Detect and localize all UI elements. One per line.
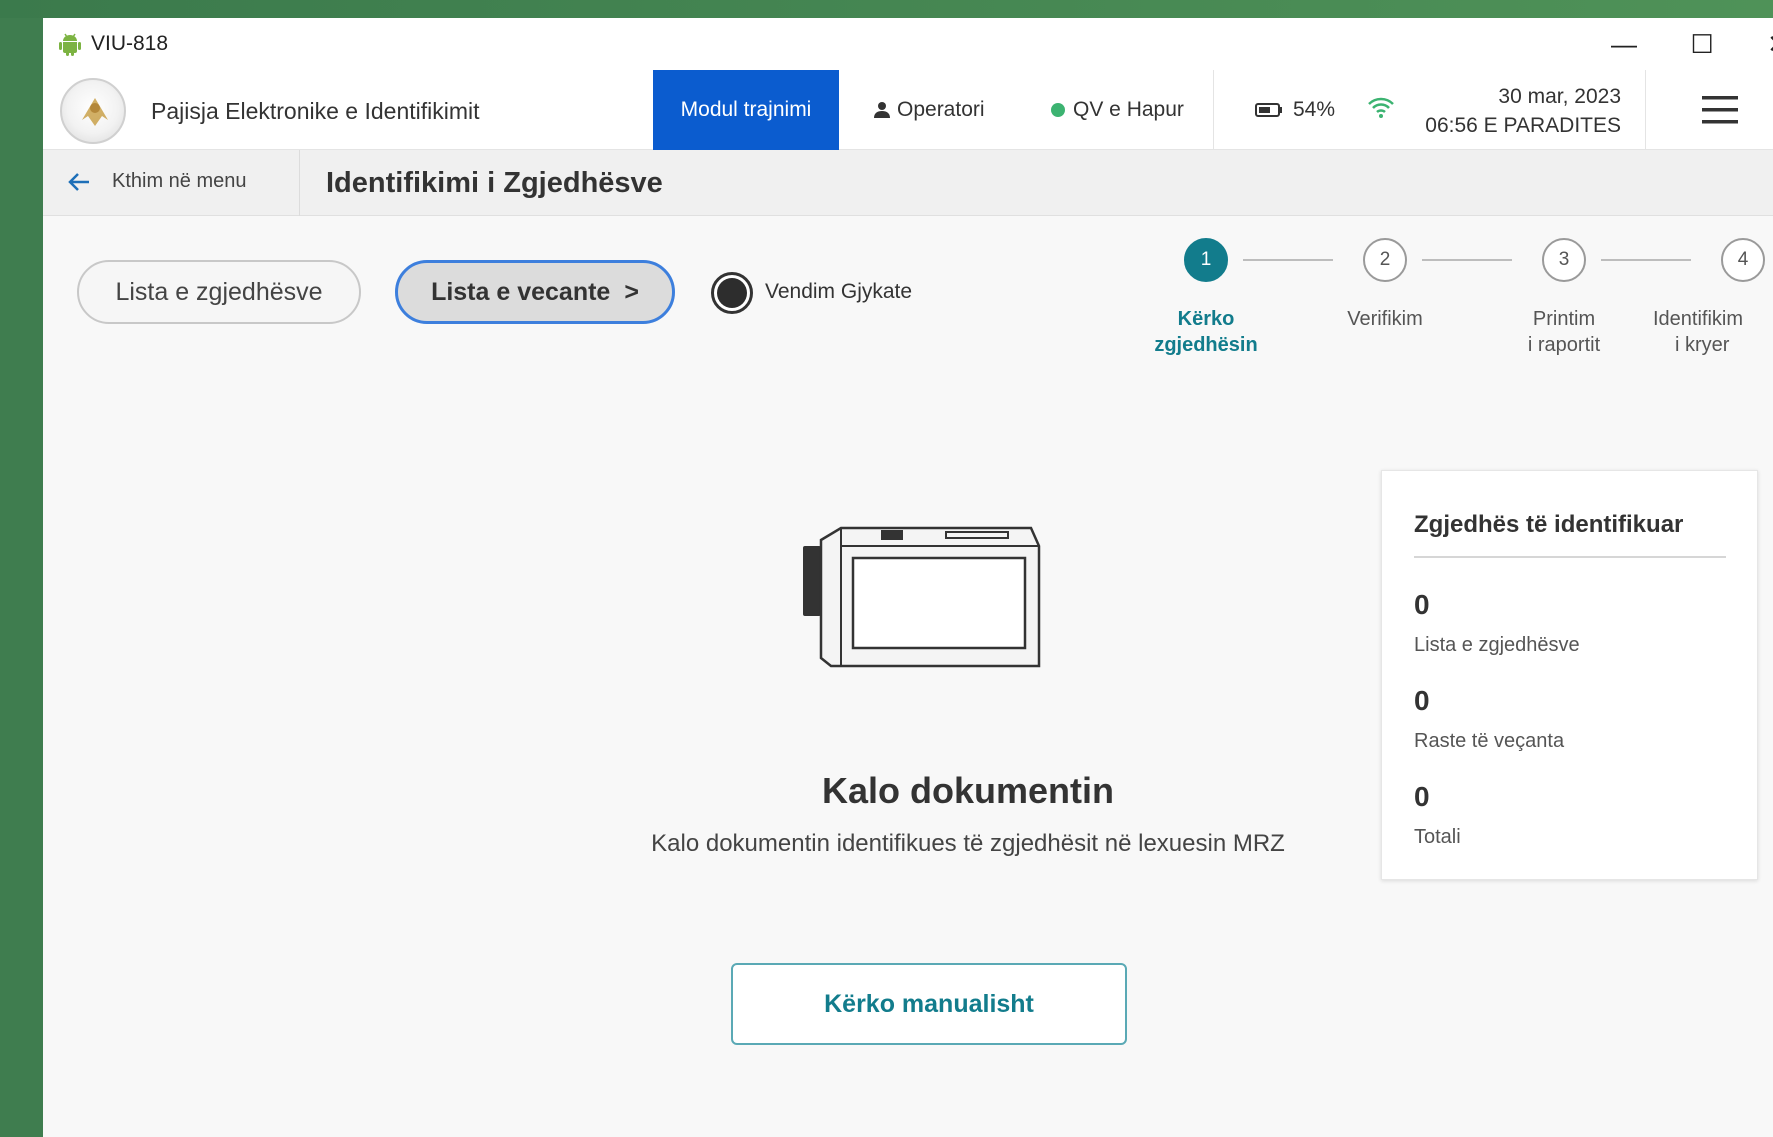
battery-icon — [1255, 103, 1282, 117]
app-header: Pajisja Elektronike e Identifikimit Modu… — [43, 70, 1773, 150]
window-titlebar: VIU-818 — ☐ ✕ — [43, 18, 1773, 70]
step-4-label-line1: Identifikim — [1653, 308, 1744, 330]
battery-level: 54% — [1293, 98, 1336, 121]
app-name: Pajisja Elektronike e Identifikimit — [151, 98, 480, 124]
instruction-subtitle: Kalo dokumentin identifikues të zgjedhës… — [651, 830, 1285, 857]
court-decision-label: Vendim Gjykate — [765, 280, 913, 303]
maximize-button[interactable]: ☐ — [1672, 18, 1732, 70]
step-3-label-line1: Printim — [1532, 308, 1596, 330]
stat-voters-list-label: Lista e zgjedhësve — [1414, 634, 1580, 656]
step-connector — [1601, 259, 1691, 261]
window-title: VIU-818 — [91, 32, 169, 55]
battery-indicator: 54% — [1255, 98, 1335, 122]
step-1-label: Kërko zgjedhësin — [1126, 306, 1286, 358]
court-decision-radio[interactable] — [711, 272, 753, 314]
minimize-button[interactable]: — — [1594, 18, 1654, 70]
step-4-label-line2: i kryer — [1675, 334, 1730, 356]
step-1-label-line2: zgjedhësin — [1154, 334, 1258, 356]
android-icon — [59, 33, 81, 56]
qv-status: QV e Hapur — [1051, 98, 1184, 122]
step-3-circle: 3 — [1542, 238, 1586, 282]
stat-voters-list-value: 0 — [1414, 589, 1430, 620]
step-3-label-line2: i raportit — [1527, 334, 1601, 356]
back-to-menu-link[interactable]: Kthim në menu — [68, 170, 247, 193]
header-divider — [1213, 70, 1214, 150]
qv-status-label: QV e Hapur — [1073, 98, 1184, 121]
status-dot-icon — [1051, 103, 1065, 117]
subheader-divider — [299, 150, 300, 216]
back-label: Kthim në menu — [112, 170, 247, 192]
hamburger-menu-icon[interactable] — [1701, 94, 1739, 126]
step-1-circle: 1 — [1184, 238, 1228, 282]
date-label: 30 mar, 2023 — [1498, 85, 1621, 108]
special-list-label: Lista e vecante — [431, 277, 611, 306]
page-title: Identifikimi i Zgjedhësve — [326, 167, 663, 199]
manual-search-button[interactable]: Kërko manualisht — [731, 963, 1127, 1045]
instruction-title: Kalo dokumentin — [821, 770, 1114, 811]
operator-label: Operatori — [897, 98, 985, 121]
stat-total-value: 0 — [1414, 781, 1430, 812]
step-2-label-line1: Verifikim — [1347, 308, 1423, 330]
operator-indicator[interactable]: Operatori — [873, 98, 985, 122]
datetime: 30 mar, 2023 06:56 E PARADITES — [1393, 82, 1621, 140]
step-connector — [1422, 259, 1512, 261]
time-label: 06:56 E PARADITES — [1425, 114, 1621, 137]
header-divider — [1645, 70, 1646, 150]
step-2-label: Verifikim — [1305, 306, 1465, 332]
card-title: Zgjedhës të identifikuar — [1414, 511, 1684, 538]
page-subheader: Kthim në menu Identifikimi i Zgjedhësve — [43, 150, 1773, 216]
voters-list-button[interactable]: Lista e zgjedhësve — [77, 260, 361, 324]
identified-voters-card: Zgjedhës të identifikuar 0 Lista e zgjed… — [1381, 470, 1758, 880]
app-window: VIU-818 — ☐ ✕ Pajisja Elektronike e Iden… — [43, 18, 1773, 1137]
training-mode-button[interactable]: Modul trajnimi — [653, 70, 839, 150]
step-4-label: Identifikim i kryer — [1653, 306, 1773, 358]
step-connector — [1243, 259, 1333, 261]
back-arrow-icon — [68, 172, 89, 191]
stat-special-cases-value: 0 — [1414, 685, 1430, 716]
mrz-reader-icon — [803, 526, 1041, 668]
radio-selected-indicator — [717, 278, 747, 308]
app-logo — [60, 78, 126, 144]
eagle-emblem-icon — [82, 98, 108, 126]
wifi-icon — [1368, 97, 1394, 118]
user-icon — [874, 102, 890, 118]
step-3-label: Printim i raportit — [1484, 306, 1644, 358]
step-1-label-line1: Kërko — [1177, 308, 1235, 330]
desktop-background — [0, 0, 1773, 18]
step-2-circle: 2 — [1363, 238, 1407, 282]
step-4-circle: 4 — [1721, 238, 1765, 282]
stat-special-cases-label: Raste të veçanta — [1414, 730, 1565, 752]
chevron-right-icon: > — [624, 277, 639, 306]
card-divider — [1414, 556, 1726, 558]
close-button[interactable]: ✕ — [1748, 18, 1773, 70]
stat-total-label: Totali — [1414, 826, 1461, 848]
special-list-button[interactable]: Lista e vecante > — [395, 260, 675, 324]
